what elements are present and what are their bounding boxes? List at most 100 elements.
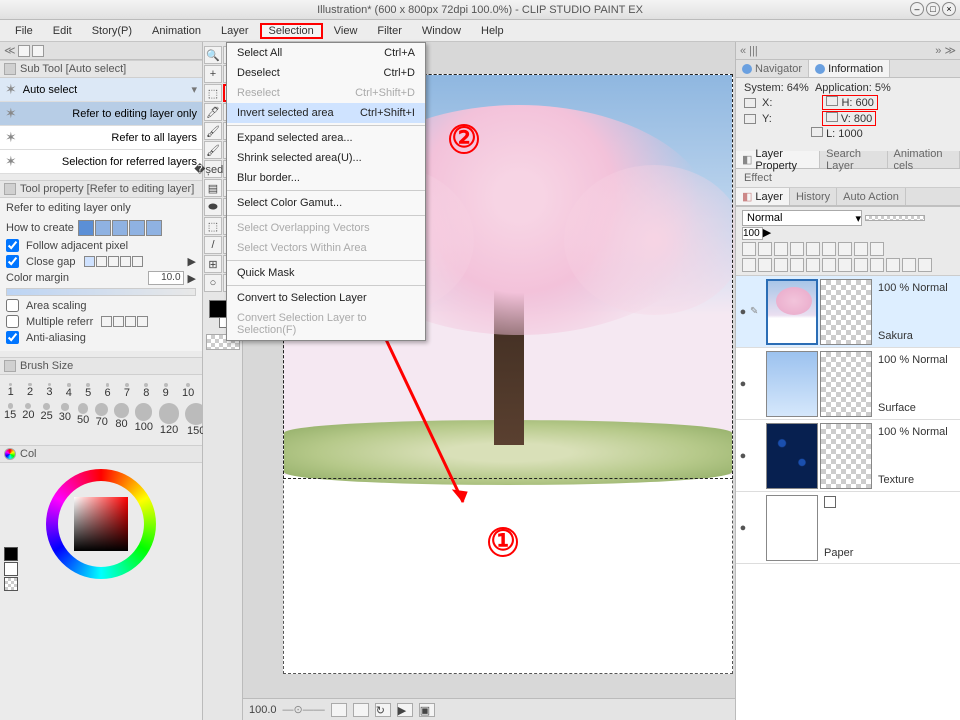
menu-item[interactable]: DeselectCtrl+D	[227, 63, 425, 83]
layer-ctrl-btn[interactable]	[886, 258, 900, 272]
tool-button[interactable]: ○	[204, 274, 222, 292]
brush-size[interactable]: 70	[95, 403, 108, 437]
tab-information[interactable]: Information	[809, 60, 890, 77]
tool-button[interactable]: ⬚	[204, 217, 222, 235]
tool-button[interactable]: /	[204, 236, 222, 254]
layer-ctrl-btn[interactable]	[742, 242, 756, 256]
layer-ctrl-btn[interactable]	[838, 258, 852, 272]
layer-ctrl-btn[interactable]	[774, 242, 788, 256]
menu-item[interactable]: Shrink selected area(U)...	[227, 148, 425, 168]
menu-help[interactable]: Help	[472, 23, 513, 39]
brush-size[interactable]: 7	[124, 383, 130, 399]
layer-row[interactable]: ●100 % NormalSurface	[736, 348, 960, 420]
tab-search-layer[interactable]: Search Layer	[820, 151, 887, 168]
bg-swatch[interactable]	[4, 562, 18, 576]
brush-size[interactable]: 15	[4, 403, 16, 437]
menu-edit[interactable]: Edit	[44, 23, 81, 39]
menu-item[interactable]: Select Color Gamut...	[227, 193, 425, 213]
brush-size[interactable]: 1	[8, 383, 14, 399]
tab-anim-cels[interactable]: Animation cels	[888, 151, 960, 168]
layer-row[interactable]: ●✎100 % NormalSakura	[736, 276, 960, 348]
brush-size[interactable]: 10	[182, 383, 194, 399]
subtool-item[interactable]: ✶Selection for referred layers	[0, 150, 202, 174]
brush-size[interactable]: 5	[85, 383, 91, 399]
visibility-icon[interactable]: ●	[736, 306, 750, 318]
tool-button[interactable]: ▤	[204, 179, 222, 197]
multi-ref-check[interactable]	[6, 315, 19, 328]
brush-size[interactable]: 30	[59, 403, 71, 437]
brush-size[interactable]: 9	[163, 383, 169, 399]
blend-mode-select[interactable]: Normal▾	[742, 210, 862, 226]
menu-item[interactable]: Invert selected areaCtrl+Shift+I	[227, 103, 425, 123]
brush-size[interactable]: 2	[27, 383, 33, 399]
brush-size[interactable]: 4	[66, 383, 72, 399]
rotate-icon[interactable]: ↻	[375, 703, 391, 717]
tool-button[interactable]: 🖊	[204, 103, 222, 121]
menu-selection[interactable]: Selection	[260, 23, 323, 39]
close-gap-check[interactable]	[6, 255, 19, 268]
brush-size[interactable]: 100	[135, 403, 153, 437]
brush-size[interactable]: 120	[159, 403, 179, 437]
tool-button[interactable]: 🖌	[204, 141, 222, 159]
opacity-slider[interactable]	[865, 215, 925, 221]
menu-item[interactable]: Quick Mask	[227, 263, 425, 283]
layer-ctrl-btn[interactable]	[806, 258, 820, 272]
tool-button[interactable]: +	[204, 65, 222, 83]
fg-swatch[interactable]	[4, 547, 18, 561]
brush-size[interactable]: 20	[22, 403, 34, 437]
follow-pixel-check[interactable]	[6, 239, 19, 252]
brush-size[interactable]: 80	[114, 403, 128, 437]
tab-layer-property[interactable]: ◧Layer Property	[736, 151, 820, 168]
visibility-icon[interactable]: ●	[736, 378, 750, 390]
close-button[interactable]: ×	[942, 2, 956, 16]
color-wheel[interactable]	[46, 469, 156, 579]
play-icon[interactable]: ▶	[397, 703, 413, 717]
menu-window[interactable]: Window	[413, 23, 470, 39]
layer-ctrl-btn[interactable]	[790, 242, 804, 256]
tab-navigator[interactable]: Navigator	[736, 60, 809, 77]
tool-button[interactable]: �ședin	[204, 160, 222, 178]
area-scaling-check[interactable]	[6, 299, 19, 312]
zoom-fit-icon[interactable]	[331, 703, 347, 717]
colormargin-input[interactable]: 10.0	[148, 271, 184, 285]
layer-ctrl-btn[interactable]	[902, 258, 916, 272]
menu-file[interactable]: File	[6, 23, 42, 39]
layer-row[interactable]: ●100 % NormalTexture	[736, 420, 960, 492]
tab-history[interactable]: History	[790, 188, 837, 205]
menu-item[interactable]: Convert to Selection Layer	[227, 288, 425, 308]
subtool-item[interactable]: ✶Refer to all layers	[0, 126, 202, 150]
layer-ctrl-btn[interactable]	[790, 258, 804, 272]
menu-layer[interactable]: Layer	[212, 23, 258, 39]
tool-button[interactable]: ⬚	[204, 84, 222, 102]
tool-button[interactable]: ⬬	[204, 198, 222, 216]
transparent-swatch[interactable]	[4, 577, 18, 591]
layer-ctrl-btn[interactable]	[774, 258, 788, 272]
layer-row[interactable]: ●Paper	[736, 492, 960, 564]
layer-ctrl-btn[interactable]	[758, 242, 772, 256]
tool-button[interactable]: ⊞	[204, 255, 222, 273]
camera-icon[interactable]: ▣	[419, 703, 435, 717]
brush-size[interactable]: 3	[46, 383, 52, 399]
menu-animation[interactable]: Animation	[143, 23, 210, 39]
toolstrip-btn[interactable]	[18, 45, 30, 57]
layer-ctrl-btn[interactable]	[742, 258, 756, 272]
menu-story(p)[interactable]: Story(P)	[83, 23, 141, 39]
menu-item[interactable]: Blur border...	[227, 168, 425, 188]
layer-ctrl-btn[interactable]	[806, 242, 820, 256]
antialias-check[interactable]	[6, 331, 19, 344]
opacity-input[interactable]: 100	[742, 227, 763, 240]
brush-size[interactable]: 25	[41, 403, 53, 437]
visibility-icon[interactable]: ●	[736, 522, 750, 534]
tool-button[interactable]: 🖌	[204, 122, 222, 140]
layer-ctrl-btn[interactable]	[838, 242, 852, 256]
minimize-button[interactable]: –	[910, 2, 924, 16]
layer-ctrl-btn[interactable]	[822, 242, 836, 256]
howto-icons[interactable]	[78, 220, 162, 236]
brush-size[interactable]: 50	[77, 403, 89, 437]
menu-item[interactable]: Expand selected area...	[227, 128, 425, 148]
menu-view[interactable]: View	[325, 23, 367, 39]
layer-ctrl-btn[interactable]	[870, 258, 884, 272]
layer-ctrl-btn[interactable]	[758, 258, 772, 272]
visibility-icon[interactable]: ●	[736, 450, 750, 462]
layer-ctrl-btn[interactable]	[822, 258, 836, 272]
